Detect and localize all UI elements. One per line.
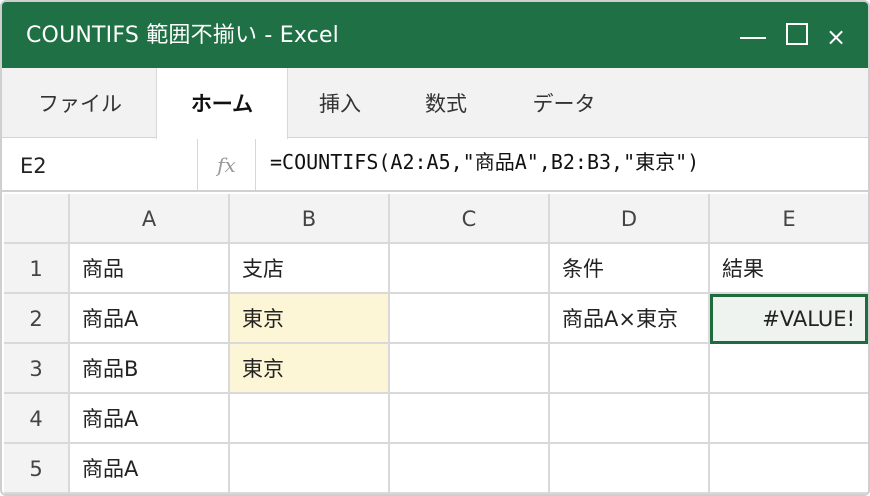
cell-a4[interactable]: 商品A [70,394,230,444]
cell-b5[interactable] [230,444,390,494]
column-header-a[interactable]: A [70,194,230,244]
cell-d4[interactable] [550,394,710,444]
cell-d1[interactable]: 条件 [550,244,710,294]
ribbon-tabs: ファイル ホーム 挿入 数式 データ [2,68,868,139]
fx-icon[interactable]: fx [198,139,256,190]
column-header-b[interactable]: B [230,194,390,244]
row-header-4[interactable]: 4 [4,394,70,444]
cell-e3[interactable] [710,344,868,394]
cell-d2[interactable]: 商品A×東京 [550,294,710,344]
cell-c1[interactable] [390,244,550,294]
tab-insert[interactable]: 挿入 [304,68,376,138]
excel-window: COUNTIFS 範囲不揃い - Excel × ファイル ホーム 挿入 数式 … [0,0,870,496]
cell-a3[interactable]: 商品B [70,344,230,394]
tab-file[interactable]: ファイル [22,68,138,138]
column-header-d[interactable]: D [550,194,710,244]
cell-c5[interactable] [390,444,550,494]
cell-e1[interactable]: 結果 [710,244,868,294]
cell-c3[interactable] [390,344,550,394]
cell-c4[interactable] [390,394,550,444]
cell-e4[interactable] [710,394,868,444]
select-all-corner[interactable] [4,194,70,244]
cell-b1[interactable]: 支店 [230,244,390,294]
tab-data[interactable]: データ [518,68,610,138]
cell-d5[interactable] [550,444,710,494]
tab-home[interactable]: ホーム [156,68,288,139]
cell-b3[interactable]: 東京 [230,344,390,394]
cell-b4[interactable] [230,394,390,444]
close-icon[interactable]: × [824,2,848,68]
row-header-2[interactable]: 2 [4,294,70,344]
column-header-e[interactable]: E [710,194,868,244]
formula-input[interactable]: =COUNTIFS(A2:A5,"商品A",B2:B3,"東京") [270,139,699,190]
formula-bar: E2 fx =COUNTIFS(A2:A5,"商品A",B2:B3,"東京") [2,139,868,192]
cell-e5[interactable] [710,444,868,494]
maximize-icon[interactable] [786,2,810,68]
name-box[interactable]: E2 [2,139,198,190]
cell-b2[interactable]: 東京 [230,294,390,344]
cell-e2-selected[interactable]: #VALUE! [710,294,868,344]
tab-formulas[interactable]: 数式 [410,68,482,138]
row-header-3[interactable]: 3 [4,344,70,394]
row-header-5[interactable]: 5 [4,444,70,494]
cell-d3[interactable] [550,344,710,394]
window-title: COUNTIFS 範囲不揃い - Excel [26,23,339,48]
row-header-1[interactable]: 1 [4,244,70,294]
cell-a1[interactable]: 商品 [70,244,230,294]
cell-a5[interactable]: 商品A [70,444,230,494]
title-bar: COUNTIFS 範囲不揃い - Excel × [2,2,868,68]
spreadsheet-grid: A B C D E 1 商品 支店 条件 結果 2 商品A 東京 商品A×東京 … [4,194,868,494]
cell-c2[interactable] [390,294,550,344]
minimize-icon[interactable] [738,2,768,68]
cell-a2[interactable]: 商品A [70,294,230,344]
column-header-c[interactable]: C [390,194,550,244]
